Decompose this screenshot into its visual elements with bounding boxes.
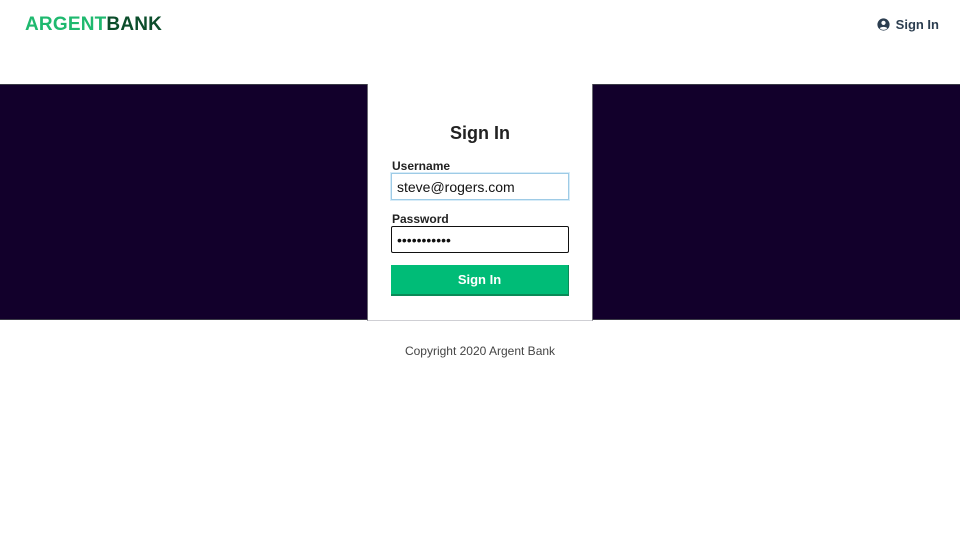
sign-in-button[interactable]: Sign In [391,265,569,296]
top-navigation: ARGENT BANK Sign In [0,0,960,48]
nav-sign-in-link[interactable]: Sign In [877,17,939,32]
nav-sign-in-label: Sign In [895,16,939,32]
argent-bank-logo[interactable]: ARGENT BANK [25,15,162,34]
logo-text-bank: BANK [106,13,163,35]
password-label: Password [392,212,449,226]
footer-copyright: Copyright 2020 Argent Bank [404,344,556,358]
username-label: Username [392,159,451,173]
username-input[interactable] [391,173,569,200]
password-input[interactable] [391,226,569,253]
logo-text-argent: ARGENT [25,13,107,35]
user-circle-icon [877,17,890,31]
sign-in-title: Sign In [450,123,510,143]
